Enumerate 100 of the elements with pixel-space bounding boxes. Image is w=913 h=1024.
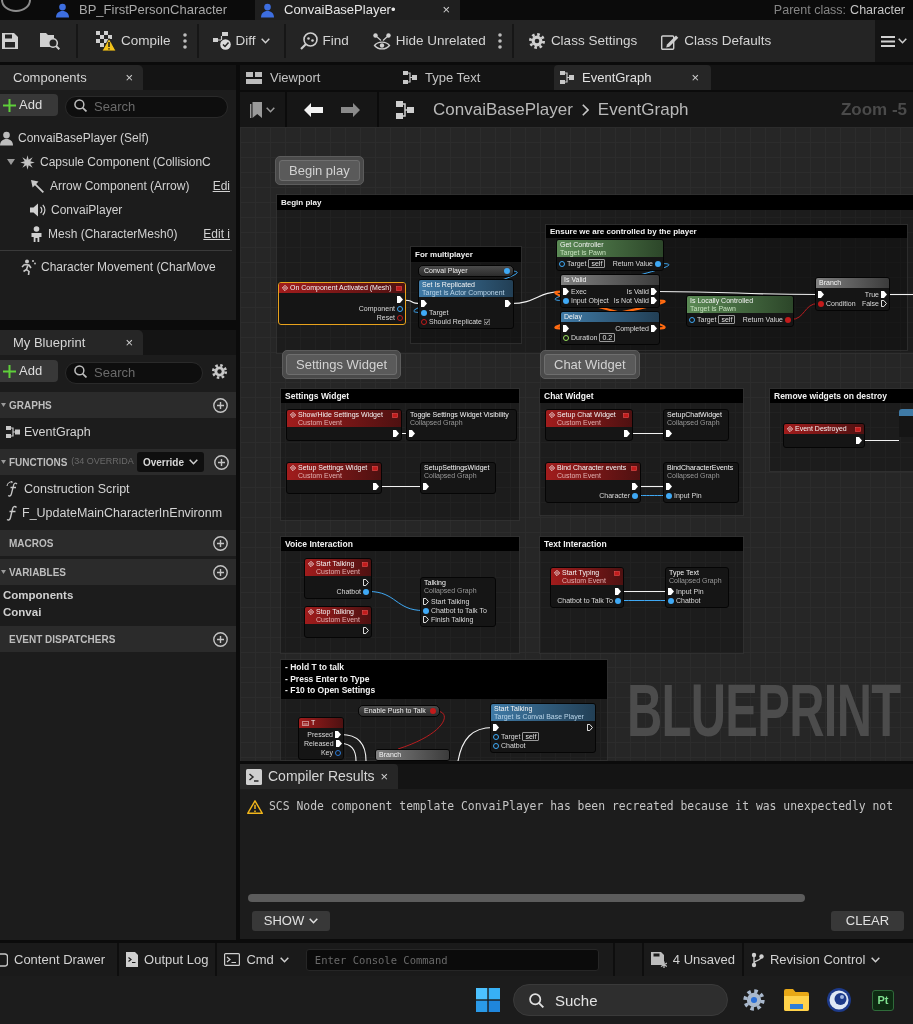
start-icon[interactable]: [476, 988, 500, 1012]
tree-item[interactable]: Capsule Component (CollisionC: [40, 153, 211, 171]
exec-pin-icon[interactable]: [363, 579, 369, 586]
edit-link[interactable]: Edi: [212, 177, 230, 195]
checkbox[interactable]: [483, 318, 490, 325]
close-button[interactable]: ×: [442, 0, 450, 20]
logo-icon[interactable]: [1, 0, 31, 12]
panel-tab[interactable]: Components ×: [0, 65, 143, 90]
exec-pin-icon[interactable]: [651, 288, 657, 295]
exec-pin-icon[interactable]: [587, 724, 593, 731]
add-circle-icon[interactable]: [213, 397, 228, 413]
back-arrow-icon[interactable]: [304, 102, 323, 117]
exec-pin-icon[interactable]: [856, 437, 862, 444]
sphere-icon[interactable]: [827, 988, 851, 1012]
delegate-pin-icon[interactable]: [362, 561, 368, 567]
data-pin-icon[interactable]: [504, 268, 510, 274]
exec-pin-icon[interactable]: [624, 430, 630, 437]
clear-button[interactable]: CLEAR: [831, 911, 904, 931]
add-button[interactable]: Add: [0, 94, 58, 116]
data-pin-icon[interactable]: [421, 309, 427, 316]
caret-down-icon[interactable]: [1, 570, 6, 574]
exec-pin-icon[interactable]: [651, 297, 657, 304]
exec-pin-icon[interactable]: [409, 430, 415, 437]
exec-pin-icon[interactable]: [505, 300, 511, 307]
content-drawer-button[interactable]: Content Drawer: [0, 942, 118, 977]
delegate-pin-icon[interactable]: [614, 570, 620, 576]
data-pin-icon[interactable]: [689, 316, 695, 323]
list-item[interactable]: F_UpdateMainCharacterInEnvironm: [22, 503, 223, 523]
section-title[interactable]: MACROS: [9, 535, 54, 551]
exec-pin-icon[interactable]: [666, 483, 672, 490]
section-title[interactable]: EVENT DISPATCHERS: [9, 631, 116, 647]
horizontal-scrollbar[interactable]: [248, 894, 805, 902]
delegate-pin-icon[interactable]: [396, 285, 402, 291]
exec-pin-icon[interactable]: [668, 588, 674, 595]
hide-unrelated-button[interactable]: Hide Unrelated: [368, 26, 490, 56]
tree-item[interactable]: Mesh (CharacterMesh0): [48, 225, 178, 243]
section-title[interactable]: GRAPHS: [9, 397, 52, 413]
save-icon[interactable]: [2, 33, 18, 49]
data-pin-icon[interactable]: [493, 733, 499, 740]
data-pin-icon[interactable]: [666, 492, 672, 499]
tree-item[interactable]: ConvaiPlayer: [51, 201, 123, 219]
delegate-pin-icon[interactable]: [362, 609, 368, 615]
show-dropdown[interactable]: SHOW: [252, 911, 330, 931]
more-icon[interactable]: [182, 33, 187, 49]
unsaved-button[interactable]: 4 Unsaved: [643, 942, 742, 977]
data-pin-icon[interactable]: [563, 297, 569, 304]
add-button[interactable]: Add: [0, 360, 58, 382]
exec-pin-icon[interactable]: [335, 740, 342, 747]
data-pin-icon[interactable]: [632, 492, 638, 499]
exec-pin-icon[interactable]: [363, 627, 369, 634]
function-node[interactable]: [899, 409, 913, 437]
search-field[interactable]: Search: [65, 361, 203, 384]
delegate-pin-icon[interactable]: [372, 465, 378, 471]
forward-arrow-icon[interactable]: [341, 102, 360, 117]
settings-icon[interactable]: [742, 988, 766, 1012]
app-button[interactable]: Pt: [872, 989, 894, 1011]
data-pin-icon[interactable]: [493, 742, 499, 749]
exec-pin-icon[interactable]: [423, 483, 429, 490]
diff-button[interactable]: Diff: [208, 26, 274, 56]
exec-pin-icon[interactable]: [563, 325, 569, 332]
delegate-pin-icon[interactable]: [855, 426, 861, 432]
add-circle-icon[interactable]: [213, 535, 228, 551]
graph-tab[interactable]: EventGraph ×: [554, 65, 711, 90]
tree-item[interactable]: ConvaiBasePlayer (Self): [18, 129, 149, 147]
category-label[interactable]: Convai: [3, 603, 42, 622]
exec-pin-icon[interactable]: [666, 430, 672, 437]
compile-button[interactable]: Compile: [92, 26, 175, 56]
close-button[interactable]: ×: [380, 766, 389, 787]
cmd-dropdown[interactable]: Cmd: [217, 942, 296, 977]
bookmark-button[interactable]: [250, 101, 275, 118]
exec-pin-icon[interactable]: [393, 430, 399, 437]
tree-item[interactable]: Arrow Component (Arrow): [50, 177, 190, 195]
data-pin-icon[interactable]: [423, 607, 429, 614]
data-pin-icon[interactable]: [363, 588, 369, 595]
document-tab[interactable]: ConvaiBasePlayer• ×: [255, 0, 460, 20]
delegate-pin-icon[interactable]: [623, 412, 629, 418]
exec-pin-icon[interactable]: [423, 616, 429, 623]
caret-down-icon[interactable]: [1, 460, 6, 464]
exec-pin-icon[interactable]: [632, 483, 638, 490]
exec-pin-icon[interactable]: [818, 291, 824, 298]
data-pin-icon[interactable]: [668, 597, 674, 604]
class-settings-button[interactable]: Class Settings: [523, 26, 642, 56]
section-title[interactable]: VARIABLES: [9, 564, 67, 580]
close-button[interactable]: ×: [125, 67, 133, 88]
close-button[interactable]: ×: [125, 332, 133, 353]
edit-link[interactable]: Edit i: [203, 225, 230, 243]
close-button[interactable]: ×: [691, 67, 699, 88]
graph-canvas[interactable]: [240, 127, 913, 761]
breadcrumb-item[interactable]: ConvaiBasePlayer: [433, 96, 573, 123]
add-circle-icon[interactable]: [213, 564, 228, 580]
exec-pin-icon[interactable]: [335, 731, 341, 738]
exec-pin-icon[interactable]: [421, 300, 427, 307]
settings-icon[interactable]: [211, 362, 228, 380]
caret-down-icon[interactable]: [7, 159, 15, 165]
caret-down-icon[interactable]: [1, 403, 6, 407]
console-input[interactable]: Enter Console Command: [305, 948, 599, 971]
category-label[interactable]: Components: [3, 586, 74, 605]
exec-pin-icon[interactable]: [397, 296, 403, 303]
add-circle-icon[interactable]: [214, 454, 229, 470]
exec-pin-icon[interactable]: [881, 300, 887, 307]
